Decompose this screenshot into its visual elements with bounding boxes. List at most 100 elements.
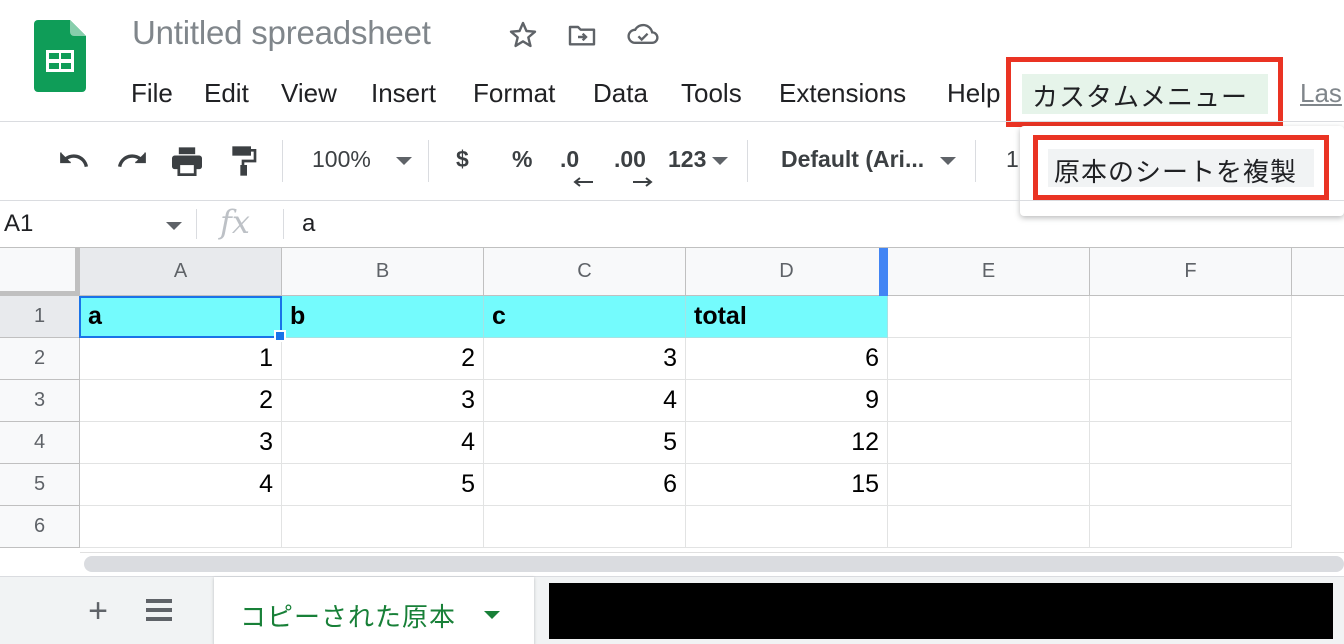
redo-icon[interactable] xyxy=(114,144,148,178)
toolbar-separator xyxy=(282,140,283,182)
cell-f3[interactable] xyxy=(1090,380,1292,422)
cell-d4[interactable]: 12 xyxy=(686,422,888,464)
menu-extensions[interactable]: Extensions xyxy=(779,78,906,109)
menu-tools[interactable]: Tools xyxy=(681,78,742,109)
menu-edit[interactable]: Edit xyxy=(204,78,249,109)
custom-menu-label[interactable]: カスタムメニュー xyxy=(1032,77,1248,114)
fill-handle[interactable] xyxy=(274,330,286,342)
cell-b3[interactable]: 3 xyxy=(282,380,484,422)
cell-d6[interactable] xyxy=(686,506,888,548)
menu-file[interactable]: File xyxy=(131,78,173,109)
cell-b5[interactable]: 5 xyxy=(282,464,484,506)
menu-format[interactable]: Format xyxy=(473,78,555,109)
sheet-bar: + コピーされた原本 xyxy=(0,576,1344,644)
undo-icon[interactable] xyxy=(58,144,92,178)
cell-d5[interactable]: 15 xyxy=(686,464,888,506)
select-all-corner[interactable] xyxy=(0,248,80,296)
menu-data[interactable]: Data xyxy=(593,78,648,109)
cell-a5[interactable]: 4 xyxy=(80,464,282,506)
more-formats-button[interactable]: 123 xyxy=(668,146,706,173)
duplicate-original-sheet-label[interactable]: 原本のシートを複製 xyxy=(1054,152,1297,189)
more-formats-caret-icon[interactable] xyxy=(712,157,728,165)
cell-e5[interactable] xyxy=(888,464,1090,506)
row-header-5[interactable]: 5 xyxy=(0,464,80,506)
cell-e3[interactable] xyxy=(888,380,1090,422)
column-header-f[interactable]: F xyxy=(1090,248,1292,296)
cell-f1[interactable] xyxy=(1090,296,1292,338)
cell-a2[interactable]: 1 xyxy=(80,338,282,380)
cell-c2[interactable]: 3 xyxy=(484,338,686,380)
paint-format-icon[interactable] xyxy=(226,144,260,178)
column-header-d[interactable]: D xyxy=(686,248,888,296)
column-header-e[interactable]: E xyxy=(888,248,1090,296)
fx-icon: fx xyxy=(220,203,250,241)
font-family-select[interactable]: Default (Ari... xyxy=(781,146,924,173)
zoom-select[interactable]: 100% xyxy=(312,146,371,173)
cell-e2[interactable] xyxy=(888,338,1090,380)
row-header-6[interactable]: 6 xyxy=(0,506,80,548)
menu-insert[interactable]: Insert xyxy=(371,78,436,109)
increase-decimal-arrow-icon xyxy=(632,174,654,192)
cell-e6[interactable] xyxy=(888,506,1090,548)
name-box-caret-icon[interactable] xyxy=(166,222,182,230)
column-header-a[interactable]: A xyxy=(80,248,282,296)
cell-d1[interactable]: total xyxy=(686,296,888,338)
add-sheet-button[interactable]: + xyxy=(82,592,114,630)
row-header-3[interactable]: 3 xyxy=(0,380,80,422)
zoom-caret-icon[interactable] xyxy=(396,157,412,165)
cell-b6[interactable] xyxy=(282,506,484,548)
font-family-caret-icon[interactable] xyxy=(940,157,956,165)
cell-a3[interactable]: 2 xyxy=(80,380,282,422)
cell-c1[interactable]: c xyxy=(484,296,686,338)
column-header-g[interactable] xyxy=(1292,248,1344,296)
star-icon[interactable] xyxy=(506,18,540,52)
cell-c3[interactable]: 4 xyxy=(484,380,686,422)
sheet-tab-label[interactable]: コピーされた原本 xyxy=(240,597,456,634)
cell-e1[interactable] xyxy=(888,296,1090,338)
cell-f5[interactable] xyxy=(1090,464,1292,506)
move-folder-icon[interactable] xyxy=(565,18,599,52)
column-header-c[interactable]: C xyxy=(484,248,686,296)
cell-b2[interactable]: 2 xyxy=(282,338,484,380)
name-box[interactable]: A1 xyxy=(4,210,33,238)
cell-a6[interactable] xyxy=(80,506,282,548)
formula-input[interactable]: a xyxy=(302,210,315,238)
horizontal-scrollbar-thumb[interactable] xyxy=(84,556,1344,572)
all-sheets-list-icon[interactable] xyxy=(144,597,176,627)
cell-a4[interactable]: 3 xyxy=(80,422,282,464)
decrease-decimal-button[interactable]: .0 xyxy=(560,146,579,173)
sheet-tab-active[interactable]: コピーされた原本 xyxy=(214,577,534,644)
sheet-tab-caret-icon[interactable] xyxy=(484,611,500,619)
cell-b1[interactable]: b xyxy=(282,296,484,338)
column-header-b[interactable]: B xyxy=(282,248,484,296)
cell-f6[interactable] xyxy=(1090,506,1292,548)
row-header-1[interactable]: 1 xyxy=(0,296,80,338)
cell-c6[interactable] xyxy=(484,506,686,548)
cell-f2[interactable] xyxy=(1090,338,1292,380)
percent-format-button[interactable]: % xyxy=(512,146,532,173)
menu-view[interactable]: View xyxy=(281,78,337,109)
document-title[interactable]: Untitled spreadsheet xyxy=(132,14,431,52)
column-resize-handle[interactable] xyxy=(879,248,888,296)
toolbar-separator xyxy=(975,140,976,182)
cell-c5[interactable]: 6 xyxy=(484,464,686,506)
cell-d3[interactable]: 9 xyxy=(686,380,888,422)
menu-help[interactable]: Help xyxy=(947,78,1000,109)
print-icon[interactable] xyxy=(170,144,204,178)
increase-decimal-button[interactable]: .00 xyxy=(614,146,646,173)
spreadsheet-grid: A B C D E F 1 2 3 4 5 6 a b c total 1 2 … xyxy=(0,248,1344,550)
formula-separator xyxy=(196,209,197,239)
last-edit-link[interactable]: Las xyxy=(1300,78,1342,109)
cell-a1[interactable]: a xyxy=(80,296,282,338)
currency-format-button[interactable]: $ xyxy=(456,146,469,173)
row-header-4[interactable]: 4 xyxy=(0,422,80,464)
cell-c4[interactable]: 5 xyxy=(484,422,686,464)
cloud-saved-icon[interactable] xyxy=(626,18,660,52)
cell-d2[interactable]: 6 xyxy=(686,338,888,380)
font-size-input[interactable]: 1 xyxy=(1006,146,1019,173)
row-header-2[interactable]: 2 xyxy=(0,338,80,380)
cell-f4[interactable] xyxy=(1090,422,1292,464)
cell-e4[interactable] xyxy=(888,422,1090,464)
decrease-decimal-arrow-icon xyxy=(572,174,594,192)
cell-b4[interactable]: 4 xyxy=(282,422,484,464)
